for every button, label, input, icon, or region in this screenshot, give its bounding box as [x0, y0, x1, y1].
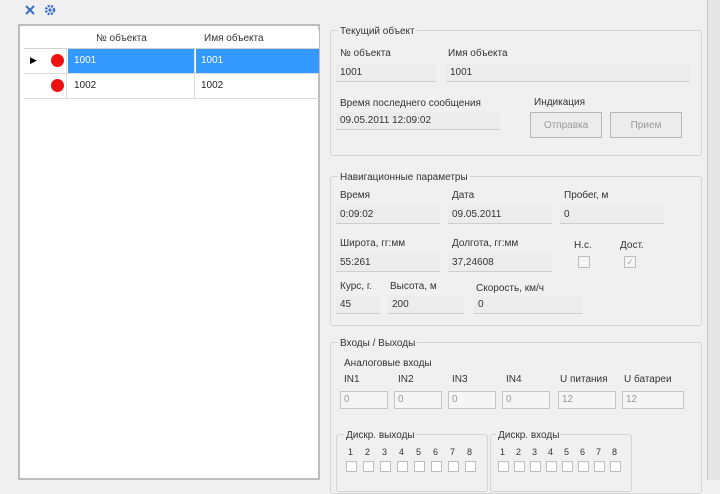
- cell-name[interactable]: 1002: [196, 74, 319, 98]
- analog-label: U питания: [560, 374, 608, 385]
- mileage-field[interactable]: 0: [560, 206, 664, 224]
- altitude-field[interactable]: 200: [388, 296, 464, 314]
- bit-number: 2: [365, 447, 371, 457]
- bit-checkbox[interactable]: [578, 461, 589, 472]
- row-indicator: [24, 74, 67, 98]
- bit-number: 1: [500, 447, 506, 457]
- bit-number: 5: [564, 447, 570, 457]
- current-row-arrow-icon: ▶: [30, 55, 37, 65]
- discrete-inputs-title: Дискр. входы: [496, 430, 562, 441]
- analog-field[interactable]: 0: [394, 391, 442, 409]
- analog-field[interactable]: 0: [448, 391, 496, 409]
- navigation-title: Навигационные параметры: [338, 172, 470, 183]
- table-row[interactable]: 1002 1002: [24, 74, 319, 99]
- send-button[interactable]: Отправка: [530, 112, 602, 138]
- bit-number: 8: [612, 447, 618, 457]
- status-red-dot-icon: [51, 54, 64, 67]
- valid-checkbox[interactable]: [578, 256, 590, 268]
- object-name-label: Имя объекта: [448, 48, 508, 59]
- bit-checkbox[interactable]: [363, 461, 374, 472]
- bit-checkbox[interactable]: [610, 461, 621, 472]
- bit-checkbox[interactable]: [448, 461, 459, 472]
- cell-number[interactable]: 1002: [68, 74, 195, 98]
- close-x-icon[interactable]: [22, 2, 38, 18]
- analog-field[interactable]: 12: [558, 391, 616, 409]
- analog-field[interactable]: 0: [502, 391, 550, 409]
- last-message-label: Время последнего сообщения: [340, 98, 481, 109]
- date-label: Дата: [452, 190, 475, 201]
- bit-number: 3: [532, 447, 538, 457]
- speed-field[interactable]: 0: [474, 296, 582, 314]
- analog-label: IN1: [344, 374, 360, 385]
- current-object-title: Текущий объект: [338, 26, 417, 37]
- settings-gear-icon[interactable]: [42, 2, 58, 18]
- bit-number: 7: [596, 447, 602, 457]
- date-field[interactable]: 09.05.2011: [448, 206, 552, 224]
- bit-checkbox[interactable]: [498, 461, 509, 472]
- receive-button[interactable]: Прием: [610, 112, 682, 138]
- grid-header: № объекта Имя объекта: [24, 30, 319, 49]
- last-message-field[interactable]: 09.05.2011 12:09:02: [336, 112, 500, 130]
- valid-label: Н.с.: [574, 240, 592, 251]
- bit-number: 4: [548, 447, 554, 457]
- bit-checkbox[interactable]: [397, 461, 408, 472]
- bit-checkbox[interactable]: [465, 461, 476, 472]
- bit-number: 8: [467, 447, 473, 457]
- analog-field[interactable]: 0: [340, 391, 388, 409]
- table-row[interactable]: ▶ 1001 1001: [24, 49, 319, 74]
- bit-number: 7: [450, 447, 456, 457]
- io-title: Входы / Выходы: [338, 338, 418, 349]
- objects-grid: № объекта Имя объекта ▶ 1001 1001 1002 1…: [18, 24, 320, 480]
- latitude-label: Широта, гг:мм: [340, 238, 406, 249]
- toolbar: [0, 0, 720, 22]
- course-field[interactable]: 45: [336, 296, 380, 314]
- bit-checkbox[interactable]: [562, 461, 573, 472]
- longitude-field[interactable]: 37,24608: [448, 254, 552, 272]
- analog-label: IN2: [398, 374, 414, 385]
- bit-checkbox[interactable]: [594, 461, 605, 472]
- window-right-border: [707, 0, 720, 480]
- analog-label: IN4: [506, 374, 522, 385]
- bit-number: 2: [516, 447, 522, 457]
- bit-checkbox[interactable]: [530, 461, 541, 472]
- analog-inputs-title: Аналоговые входы: [344, 358, 432, 369]
- bit-checkbox[interactable]: [431, 461, 442, 472]
- bit-number: 4: [399, 447, 405, 457]
- object-name-field[interactable]: 1001: [446, 64, 690, 82]
- bit-number: 3: [382, 447, 388, 457]
- row-indicator: ▶: [24, 49, 67, 73]
- bit-checkbox[interactable]: [380, 461, 391, 472]
- analog-field[interactable]: 12: [622, 391, 684, 409]
- indication-label: Индикация: [534, 97, 586, 108]
- checked-checkbox[interactable]: ✓: [624, 256, 636, 268]
- cell-name[interactable]: 1001: [196, 49, 319, 73]
- column-header-number[interactable]: № объекта: [96, 33, 147, 44]
- analog-label: U батареи: [624, 374, 672, 385]
- bit-checkbox[interactable]: [514, 461, 525, 472]
- column-header-name[interactable]: Имя объекта: [204, 33, 264, 44]
- bit-number: 1: [348, 447, 354, 457]
- object-number-field[interactable]: 1001: [336, 64, 436, 82]
- altitude-label: Высота, м: [390, 281, 437, 292]
- bit-number: 6: [433, 447, 439, 457]
- latitude-field[interactable]: 55:261: [336, 254, 440, 272]
- bit-number: 5: [416, 447, 422, 457]
- mileage-label: Пробег, м: [564, 190, 609, 201]
- status-red-dot-icon: [51, 79, 64, 92]
- longitude-label: Долгота, гг:мм: [452, 238, 519, 249]
- bit-checkbox[interactable]: [546, 461, 557, 472]
- time-field[interactable]: 0:09:02: [336, 206, 440, 224]
- speed-label: Скорость, км/ч: [476, 283, 544, 294]
- bit-number: 6: [580, 447, 586, 457]
- analog-label: IN3: [452, 374, 468, 385]
- cell-number[interactable]: 1001: [68, 49, 195, 73]
- discrete-outputs-title: Дискр. выходы: [344, 430, 417, 441]
- checked-label: Дост.: [620, 240, 644, 251]
- time-label: Время: [340, 190, 371, 201]
- course-label: Курс, г.: [340, 281, 373, 292]
- object-number-label: № объекта: [340, 48, 391, 59]
- bit-checkbox[interactable]: [346, 461, 357, 472]
- bit-checkbox[interactable]: [414, 461, 425, 472]
